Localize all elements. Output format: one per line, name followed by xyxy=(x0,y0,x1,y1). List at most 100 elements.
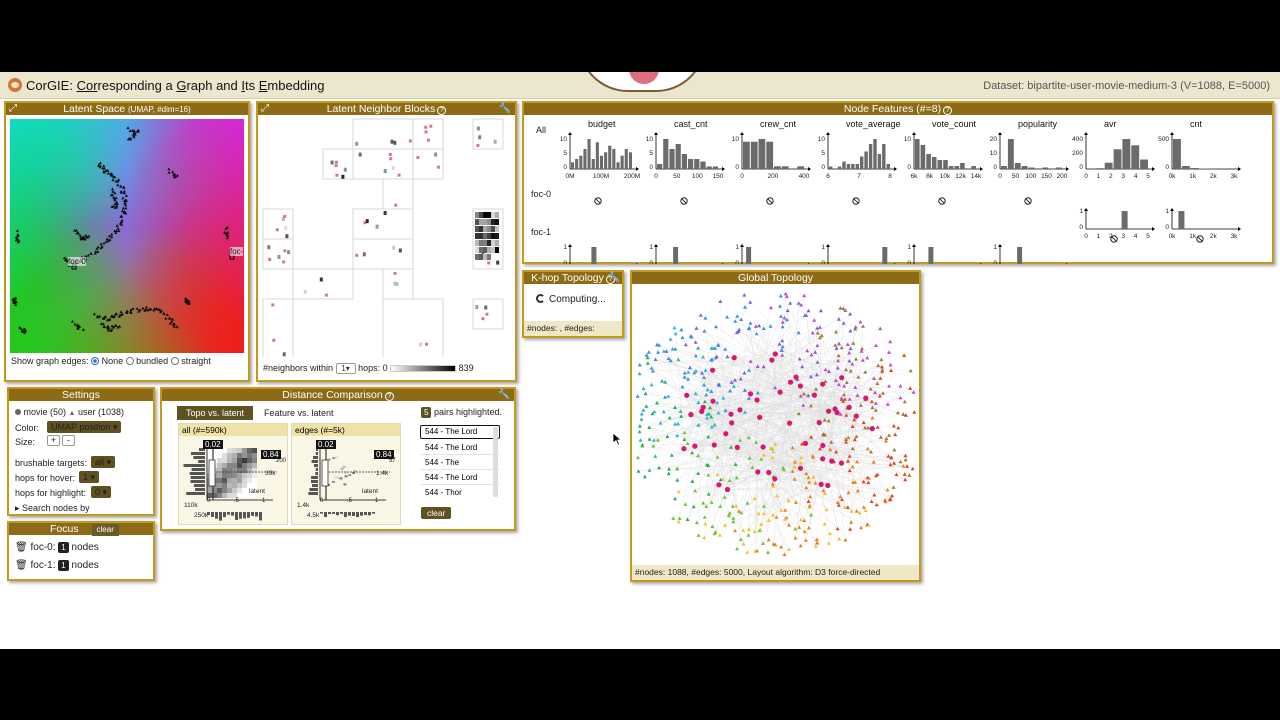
edges-none-radio[interactable] xyxy=(91,357,100,365)
tick-label: 1 xyxy=(993,244,997,251)
histogram-bar xyxy=(669,149,675,169)
latent-point xyxy=(144,305,149,309)
help-icon[interactable]: ? xyxy=(437,106,447,115)
movie-node xyxy=(853,413,859,419)
user-node xyxy=(896,425,901,430)
latent-point xyxy=(111,178,115,182)
neighbor-cell xyxy=(275,228,279,232)
movie-node xyxy=(829,458,835,464)
distance-cell xyxy=(252,453,257,458)
distance-cell xyxy=(242,463,247,468)
tick-label: 100M xyxy=(593,173,609,180)
neighbor-cell xyxy=(479,247,483,253)
size-minus-button[interactable]: - xyxy=(62,435,75,446)
slider-left-value[interactable]: 0.02 xyxy=(316,440,336,449)
highlight-hops-select[interactable]: 0 ▾ xyxy=(91,486,112,498)
user-node xyxy=(675,478,680,482)
latent-point xyxy=(102,164,106,168)
distance-cell xyxy=(348,474,352,477)
neighbor-cell xyxy=(476,144,480,147)
neighbor-cell xyxy=(398,248,402,253)
neighbor-cell xyxy=(324,293,328,297)
axis-arrow xyxy=(568,132,572,135)
neighbor-cell xyxy=(436,165,440,169)
histogram-bar xyxy=(712,166,718,169)
pairs-list[interactable]: 544 - The Lord 544 - The Lord 544 - The … xyxy=(420,425,500,501)
search-nodes-toggle[interactable]: ▸ Search nodes by xyxy=(15,503,90,514)
neighbor-cell xyxy=(267,245,271,250)
tick-label: 0 xyxy=(654,173,658,180)
user-node xyxy=(685,517,690,521)
movie-node xyxy=(820,442,826,449)
pair-item[interactable]: 544 - The Lord xyxy=(420,425,500,439)
user-node xyxy=(903,457,908,462)
movie-node xyxy=(769,357,775,363)
distance-cell xyxy=(227,458,232,463)
trash-icon[interactable]: 🗑 xyxy=(15,542,28,553)
user-node xyxy=(703,521,708,526)
expand-icon[interactable]: ⤢ xyxy=(261,103,269,115)
pair-item[interactable]: 544 - The Lord xyxy=(420,440,500,455)
user-node xyxy=(892,447,897,452)
tick-label: 1 xyxy=(1097,173,1101,180)
neighbor-blocks-matrix[interactable] xyxy=(258,117,515,357)
tick-label: 0 xyxy=(993,260,997,264)
feature-histograms[interactable]: budget0M100M200M1050100M100M200Mcast_cnt… xyxy=(524,117,1272,264)
wrench-icon[interactable]: 🔧 xyxy=(498,389,510,401)
neighbor-block xyxy=(412,118,444,150)
tab-topo-vs-latent[interactable]: Topo vs. latent xyxy=(177,406,254,420)
user-node xyxy=(679,327,684,332)
global-topology-graph[interactable] xyxy=(632,285,919,566)
hops-select[interactable]: 1▾ xyxy=(335,363,356,374)
slider-left-value[interactable]: 0.02 xyxy=(203,440,223,449)
tab-feature-vs-latent[interactable]: Feature vs. latent xyxy=(264,408,334,418)
movie-node xyxy=(838,460,845,466)
pairs-scrollbar[interactable] xyxy=(493,427,498,497)
size-plus-button[interactable]: + xyxy=(47,435,60,446)
neighbor-cell xyxy=(475,212,479,218)
wrench-icon[interactable]: 🔧 xyxy=(499,103,511,115)
user-node xyxy=(723,523,727,527)
trash-icon[interactable]: 🗑 xyxy=(15,560,28,571)
latent-points[interactable] xyxy=(10,119,244,353)
distance-histogram-bar xyxy=(320,512,323,514)
distance-cell xyxy=(237,473,242,478)
hover-hops-select[interactable]: 1 ▾ xyxy=(79,471,100,483)
brush-targets-select[interactable]: all ▾ xyxy=(91,456,116,468)
tick-label: 1 xyxy=(821,244,825,251)
histogram-bar xyxy=(855,164,859,169)
wrench-icon[interactable]: 🔧 xyxy=(608,272,620,284)
user-node xyxy=(808,494,813,499)
pair-item[interactable]: 544 - The xyxy=(420,455,500,470)
user-node xyxy=(778,293,783,298)
neighbor-cell xyxy=(282,352,286,357)
tick-label: 1k xyxy=(1189,233,1197,240)
pairs-clear-button[interactable]: clear xyxy=(421,507,452,519)
expand-icon[interactable]: ⤢ xyxy=(9,103,17,115)
pair-item[interactable]: 544 - Thor xyxy=(420,485,500,500)
user-node xyxy=(669,453,674,457)
movie-node xyxy=(729,420,735,426)
user-node xyxy=(802,293,807,298)
user-node xyxy=(802,518,807,522)
help-icon[interactable]: ? xyxy=(943,106,953,115)
dataset-info: Dataset: bipartite-user-movie-medium-3 (… xyxy=(983,80,1270,92)
movie-node xyxy=(710,398,716,404)
help-icon[interactable]: ? xyxy=(384,392,394,401)
user-node xyxy=(690,479,695,483)
tick-label: 5 xyxy=(563,150,567,157)
pair-item[interactable]: 544 - The Lord xyxy=(420,470,500,485)
focus-clear-button[interactable]: clear xyxy=(91,524,119,536)
tick-label: 0k xyxy=(1169,233,1177,240)
edges-bundled-radio[interactable] xyxy=(125,357,134,365)
distance-cell xyxy=(247,458,252,463)
histogram-bar xyxy=(873,139,877,169)
distance-cell xyxy=(217,458,222,463)
tick-label: 0 xyxy=(998,173,1002,180)
color-select[interactable]: UMAP position ▾ xyxy=(47,421,122,433)
latent-point xyxy=(175,173,180,177)
edges-straight-radio[interactable] xyxy=(170,357,179,365)
movie-node xyxy=(793,374,799,380)
user-node xyxy=(673,496,678,501)
latent-canvas[interactable]: foc-0 foc- xyxy=(10,119,244,353)
